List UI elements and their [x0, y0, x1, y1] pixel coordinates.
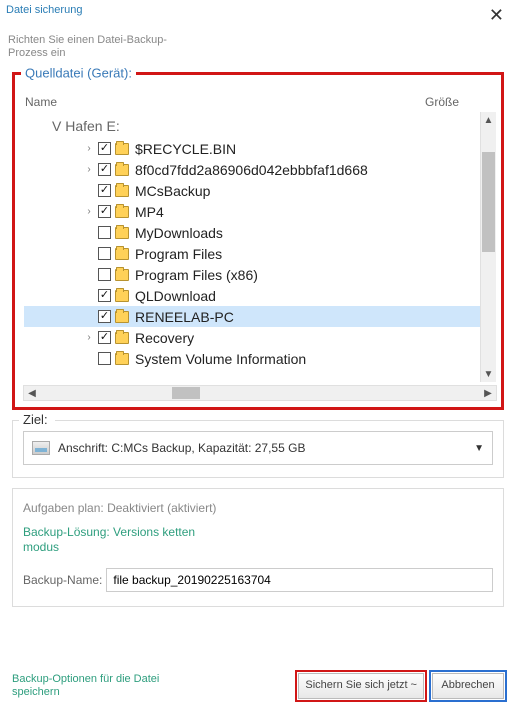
expander-icon[interactable]: › — [82, 164, 96, 175]
scroll-down-icon[interactable]: ▼ — [481, 366, 496, 382]
tree-row-label: QLDownload — [135, 288, 480, 304]
tree-row[interactable]: ›RENEELAB-PC — [24, 306, 480, 327]
tree-row-label: MyDownloads — [135, 225, 480, 241]
backup-now-button[interactable]: Sichern Sie sich jetzt ~ — [298, 673, 424, 699]
folder-icon — [115, 164, 129, 176]
checkbox[interactable] — [98, 226, 111, 239]
checkbox[interactable] — [98, 331, 111, 344]
tree-row-label: Recovery — [135, 330, 480, 346]
drive-icon — [32, 441, 50, 455]
destination-dropdown[interactable]: Anschrift: C:MCs Backup, Kapazität: 27,5… — [23, 431, 493, 465]
tree-vertical-scrollbar[interactable]: ▲ ▼ — [480, 112, 496, 382]
backup-options-link[interactable]: Backup-Optionen für die Datei speichern — [12, 673, 182, 699]
folder-icon — [115, 332, 129, 344]
checkbox[interactable] — [98, 247, 111, 260]
scroll-up-icon[interactable]: ▲ — [481, 112, 496, 128]
folder-icon — [115, 311, 129, 323]
backup-name-input[interactable] — [106, 568, 493, 592]
col-header-name[interactable]: Name — [25, 95, 425, 109]
checkbox[interactable] — [98, 352, 111, 365]
tree-root-label[interactable]: V Hafen E: — [24, 116, 480, 138]
tree-row-label: MCsBackup — [135, 183, 480, 199]
source-panel: Quelldatei (Gerät): Name Größe V Hafen E… — [12, 72, 504, 410]
checkbox[interactable] — [98, 310, 111, 323]
cancel-button[interactable]: Abbrechen — [432, 673, 504, 699]
expander-icon[interactable]: › — [82, 143, 96, 154]
tree-row-label: System Volume Information — [135, 351, 480, 367]
tree-row[interactable]: ›Program Files (x86) — [24, 264, 480, 285]
tree-row-label: Program Files — [135, 246, 480, 262]
col-header-size[interactable]: Größe — [425, 95, 495, 109]
checkbox[interactable] — [98, 289, 111, 302]
scroll-thumb[interactable] — [482, 152, 495, 252]
destination-panel: Ziel: Anschrift: C:MCs Backup, Kapazität… — [12, 420, 504, 478]
tree-row-label: $RECYCLE.BIN — [135, 141, 480, 157]
folder-icon — [115, 269, 129, 281]
checkbox[interactable] — [98, 142, 111, 155]
tree-row[interactable]: ›Program Files — [24, 243, 480, 264]
folder-icon — [115, 353, 129, 365]
folder-icon — [115, 248, 129, 260]
tree-row[interactable]: › $RECYCLE.BIN — [24, 138, 480, 159]
scroll-right-icon[interactable]: ▶ — [480, 388, 496, 399]
checkbox[interactable] — [98, 205, 111, 218]
destination-legend: Ziel: — [19, 412, 55, 427]
schedule-panel: Aufgaben plan: Deaktiviert (aktiviert) B… — [12, 488, 504, 607]
folder-icon — [115, 206, 129, 218]
backup-name-label: Backup-Name: — [23, 573, 102, 587]
folder-icon — [115, 227, 129, 239]
tree-row[interactable]: › MP4 — [24, 201, 480, 222]
schedule-plan-text: Aufgaben plan: Deaktiviert (aktiviert) — [23, 501, 493, 515]
backup-solution-link[interactable]: Backup-Lösung: Versions ketten modus — [23, 525, 223, 554]
tree-header: Name Größe — [25, 95, 495, 109]
file-tree[interactable]: V Hafen E: › $RECYCLE.BIN › 8f0cd7fdd2a8690… — [23, 111, 497, 383]
tree-row[interactable]: ›MCsBackup — [24, 180, 480, 201]
tree-row[interactable]: › 8f0cd7fdd2a86906d042ebbbfaf1d668 — [24, 159, 480, 180]
tree-row[interactable]: ›QLDownload — [24, 285, 480, 306]
source-legend: Quelldatei (Gerät): — [21, 66, 136, 81]
scroll-left-icon[interactable]: ◀ — [24, 388, 40, 399]
tree-row[interactable]: ›System Volume Information — [24, 348, 480, 369]
tree-row-label: 8f0cd7fdd2a86906d042ebbbfaf1d668 — [135, 162, 480, 178]
window-title: Datei sicherung — [6, 4, 82, 16]
checkbox[interactable] — [98, 268, 111, 281]
tree-row-label: RENEELAB-PC — [135, 309, 480, 325]
expander-icon[interactable]: › — [82, 206, 96, 217]
close-icon[interactable]: ✕ — [483, 4, 510, 26]
tree-row-label: Program Files (x86) — [135, 267, 480, 283]
folder-icon — [115, 143, 129, 155]
dialog-footer: Backup-Optionen für die Datei speichern … — [0, 667, 516, 699]
window-description: Richten Sie einen Datei-Backup-Prozess e… — [0, 30, 200, 68]
chevron-down-icon: ▼ — [474, 443, 484, 454]
tree-horizontal-scrollbar[interactable]: ◀ ▶ — [23, 385, 497, 401]
folder-icon — [115, 290, 129, 302]
tree-row-label: MP4 — [135, 204, 480, 220]
tree-row[interactable]: ›MyDownloads — [24, 222, 480, 243]
hscroll-thumb[interactable] — [172, 387, 200, 399]
destination-text: Anschrift: C:MCs Backup, Kapazität: 27,5… — [58, 441, 474, 455]
tree-row[interactable]: › Recovery — [24, 327, 480, 348]
checkbox[interactable] — [98, 184, 111, 197]
folder-icon — [115, 185, 129, 197]
checkbox[interactable] — [98, 163, 111, 176]
expander-icon[interactable]: › — [82, 332, 96, 343]
